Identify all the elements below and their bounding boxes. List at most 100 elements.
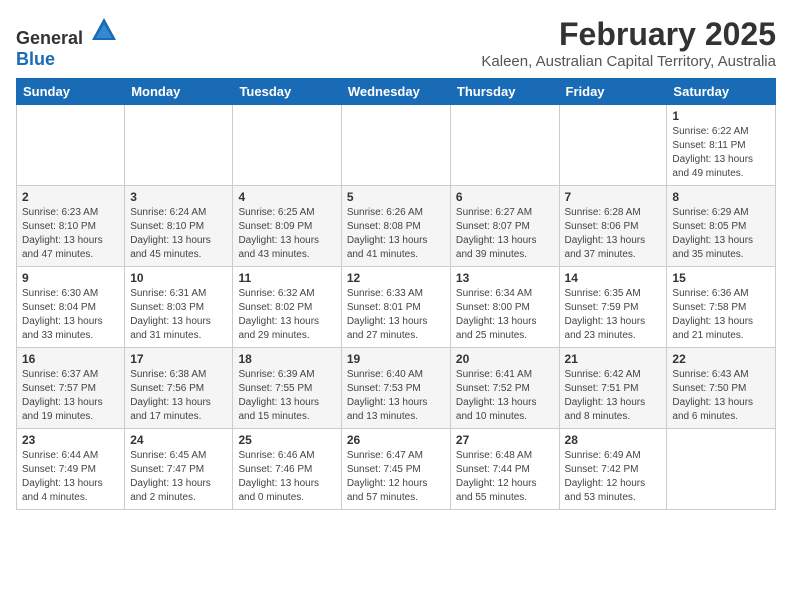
- day-number: 15: [672, 271, 770, 285]
- calendar-header-row: SundayMondayTuesdayWednesdayThursdayFrid…: [17, 79, 776, 105]
- day-number: 28: [565, 433, 662, 447]
- calendar-cell: [450, 105, 559, 186]
- calendar-cell: 5 Sunrise: 6:26 AM Sunset: 8:08 PM Daylig…: [341, 186, 450, 267]
- title-block: February 2025 Kaleen, Australian Capital…: [481, 16, 776, 70]
- day-number: 14: [565, 271, 662, 285]
- day-number: 19: [347, 352, 445, 366]
- calendar-header-friday: Friday: [559, 79, 667, 105]
- day-info: Sunrise: 6:24 AM Sunset: 8:10 PM Dayligh…: [130, 206, 227, 262]
- day-info: Sunrise: 6:28 AM Sunset: 8:06 PM Dayligh…: [565, 206, 662, 262]
- day-number: 9: [22, 271, 119, 285]
- calendar-cell: 4Sunrise: 6:25 AM Sunset: 8:09 PM Daylig…: [233, 186, 341, 267]
- day-number: 4: [238, 190, 335, 204]
- day-number: 26: [347, 433, 445, 447]
- day-info: Sunrise: 6:33 AM Sunset: 8:01 PM Dayligh…: [347, 287, 445, 343]
- calendar-cell: 13 Sunrise: 6:34 AM Sunset: 8:00 PM Dayli…: [450, 267, 559, 348]
- calendar-cell: 9Sunrise: 6:30 AM Sunset: 8:04 PM Daylig…: [17, 267, 125, 348]
- calendar-week-2: 2 Sunrise: 6:23 AM Sunset: 8:10 PM Daylig…: [17, 186, 776, 267]
- day-info: Sunrise: 6:34 AM Sunset: 8:00 PM Dayligh…: [456, 287, 554, 343]
- calendar-cell: 14 Sunrise: 6:35 AM Sunset: 7:59 PM Dayli…: [559, 267, 667, 348]
- logo-blue: Blue: [16, 49, 55, 69]
- calendar-week-1: 1Sunrise: 6:22 AM Sunset: 8:11 PM Daylig…: [17, 105, 776, 186]
- day-info: Sunrise: 6:37 AM Sunset: 7:57 PM Dayligh…: [22, 368, 119, 424]
- calendar-cell: [17, 105, 125, 186]
- day-info: Sunrise: 6:38 AM Sunset: 7:56 PM Dayligh…: [130, 368, 227, 424]
- calendar-cell: [559, 105, 667, 186]
- day-number: 18: [238, 352, 335, 366]
- calendar-cell: 20 Sunrise: 6:41 AM Sunset: 7:52 PM Dayli…: [450, 348, 559, 429]
- logo-icon: [90, 16, 118, 44]
- calendar-header-tuesday: Tuesday: [233, 79, 341, 105]
- calendar-week-4: 16Sunrise: 6:37 AM Sunset: 7:57 PM Dayli…: [17, 348, 776, 429]
- day-info: Sunrise: 6:27 AM Sunset: 8:07 PM Dayligh…: [456, 206, 554, 262]
- day-info: Sunrise: 6:42 AM Sunset: 7:51 PM Dayligh…: [565, 368, 662, 424]
- day-number: 3: [130, 190, 227, 204]
- day-info: Sunrise: 6:23 AM Sunset: 8:10 PM Dayligh…: [22, 206, 119, 262]
- calendar-cell: 19 Sunrise: 6:40 AM Sunset: 7:53 PM Dayli…: [341, 348, 450, 429]
- day-info: Sunrise: 6:32 AM Sunset: 8:02 PM Dayligh…: [238, 287, 335, 343]
- day-number: 5: [347, 190, 445, 204]
- main-title: February 2025: [481, 16, 776, 53]
- day-info: Sunrise: 6:26 AM Sunset: 8:08 PM Dayligh…: [347, 206, 445, 262]
- day-info: Sunrise: 6:31 AM Sunset: 8:03 PM Dayligh…: [130, 287, 227, 343]
- day-number: 23: [22, 433, 119, 447]
- day-number: 2: [22, 190, 119, 204]
- day-number: 24: [130, 433, 227, 447]
- calendar-cell: 24 Sunrise: 6:45 AM Sunset: 7:47 PM Dayli…: [125, 429, 233, 510]
- day-number: 11: [238, 271, 335, 285]
- calendar-header-wednesday: Wednesday: [341, 79, 450, 105]
- day-info: Sunrise: 6:40 AM Sunset: 7:53 PM Dayligh…: [347, 368, 445, 424]
- day-info: Sunrise: 6:45 AM Sunset: 7:47 PM Dayligh…: [130, 449, 227, 505]
- calendar-week-5: 23 Sunrise: 6:44 AM Sunset: 7:49 PM Dayli…: [17, 429, 776, 510]
- day-number: 22: [672, 352, 770, 366]
- day-number: 27: [456, 433, 554, 447]
- day-number: 8: [672, 190, 770, 204]
- calendar-cell: 21 Sunrise: 6:42 AM Sunset: 7:51 PM Dayli…: [559, 348, 667, 429]
- calendar-cell: [341, 105, 450, 186]
- day-info: Sunrise: 6:47 AM Sunset: 7:45 PM Dayligh…: [347, 449, 445, 505]
- calendar-cell: 8 Sunrise: 6:29 AM Sunset: 8:05 PM Daylig…: [667, 186, 776, 267]
- day-info: Sunrise: 6:46 AM Sunset: 7:46 PM Dayligh…: [238, 449, 335, 505]
- page-header: General Blue February 2025 Kaleen, Austr…: [16, 16, 776, 70]
- day-number: 13: [456, 271, 554, 285]
- calendar-cell: 26 Sunrise: 6:47 AM Sunset: 7:45 PM Dayli…: [341, 429, 450, 510]
- calendar-cell: 28Sunrise: 6:49 AM Sunset: 7:42 PM Dayli…: [559, 429, 667, 510]
- calendar-cell: 12 Sunrise: 6:33 AM Sunset: 8:01 PM Dayli…: [341, 267, 450, 348]
- day-info: Sunrise: 6:43 AM Sunset: 7:50 PM Dayligh…: [672, 368, 770, 424]
- logo: General Blue: [16, 16, 118, 70]
- day-number: 20: [456, 352, 554, 366]
- calendar-table: SundayMondayTuesdayWednesdayThursdayFrid…: [16, 78, 776, 510]
- day-number: 12: [347, 271, 445, 285]
- calendar-cell: 27 Sunrise: 6:48 AM Sunset: 7:44 PM Dayli…: [450, 429, 559, 510]
- logo-general: General: [16, 28, 83, 48]
- day-info: Sunrise: 6:39 AM Sunset: 7:55 PM Dayligh…: [238, 368, 335, 424]
- day-number: 17: [130, 352, 227, 366]
- day-info: Sunrise: 6:35 AM Sunset: 7:59 PM Dayligh…: [565, 287, 662, 343]
- calendar-cell: 6 Sunrise: 6:27 AM Sunset: 8:07 PM Daylig…: [450, 186, 559, 267]
- calendar-cell: 25 Sunrise: 6:46 AM Sunset: 7:46 PM Dayli…: [233, 429, 341, 510]
- day-info: Sunrise: 6:29 AM Sunset: 8:05 PM Dayligh…: [672, 206, 770, 262]
- calendar-cell: 15Sunrise: 6:36 AM Sunset: 7:58 PM Dayli…: [667, 267, 776, 348]
- calendar-cell: 23 Sunrise: 6:44 AM Sunset: 7:49 PM Dayli…: [17, 429, 125, 510]
- calendar-cell: 1Sunrise: 6:22 AM Sunset: 8:11 PM Daylig…: [667, 105, 776, 186]
- day-number: 10: [130, 271, 227, 285]
- calendar-week-3: 9Sunrise: 6:30 AM Sunset: 8:04 PM Daylig…: [17, 267, 776, 348]
- day-number: 6: [456, 190, 554, 204]
- day-number: 1: [672, 109, 770, 123]
- calendar-cell: 3 Sunrise: 6:24 AM Sunset: 8:10 PM Daylig…: [125, 186, 233, 267]
- calendar-header-thursday: Thursday: [450, 79, 559, 105]
- day-info: Sunrise: 6:48 AM Sunset: 7:44 PM Dayligh…: [456, 449, 554, 505]
- day-info: Sunrise: 6:41 AM Sunset: 7:52 PM Dayligh…: [456, 368, 554, 424]
- calendar-cell: 16Sunrise: 6:37 AM Sunset: 7:57 PM Dayli…: [17, 348, 125, 429]
- day-number: 21: [565, 352, 662, 366]
- calendar-cell: [125, 105, 233, 186]
- calendar-cell: [233, 105, 341, 186]
- day-info: Sunrise: 6:44 AM Sunset: 7:49 PM Dayligh…: [22, 449, 119, 505]
- calendar-cell: 18 Sunrise: 6:39 AM Sunset: 7:55 PM Dayli…: [233, 348, 341, 429]
- day-number: 25: [238, 433, 335, 447]
- calendar-cell: 10 Sunrise: 6:31 AM Sunset: 8:03 PM Dayli…: [125, 267, 233, 348]
- calendar-cell: 2 Sunrise: 6:23 AM Sunset: 8:10 PM Daylig…: [17, 186, 125, 267]
- calendar-header-monday: Monday: [125, 79, 233, 105]
- day-number: 7: [565, 190, 662, 204]
- calendar-cell: 11 Sunrise: 6:32 AM Sunset: 8:02 PM Dayli…: [233, 267, 341, 348]
